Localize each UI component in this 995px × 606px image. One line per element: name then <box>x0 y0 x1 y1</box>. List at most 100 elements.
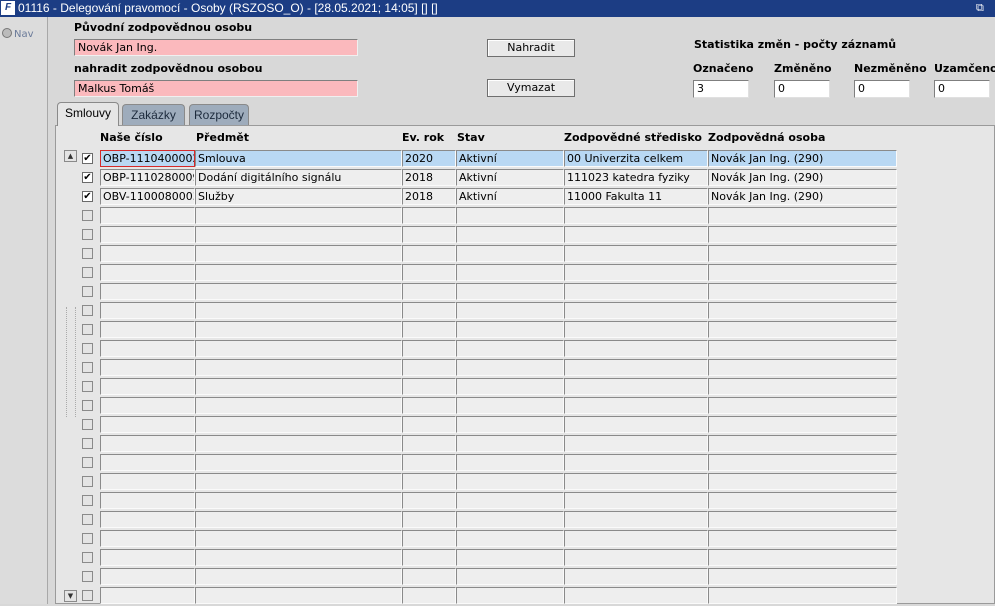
cell-year[interactable] <box>402 549 456 566</box>
cell-year[interactable] <box>402 530 456 547</box>
cell-status[interactable] <box>456 549 564 566</box>
cell-center[interactable] <box>564 530 708 547</box>
cell-status[interactable] <box>456 397 564 414</box>
row-checkbox[interactable] <box>82 590 93 601</box>
cell-status[interactable] <box>456 226 564 243</box>
table-row[interactable] <box>48 568 995 587</box>
cell-year[interactable] <box>402 511 456 528</box>
cell-center[interactable] <box>564 378 708 395</box>
row-checkbox[interactable] <box>82 210 93 221</box>
cell-number[interactable] <box>100 454 195 471</box>
clear-button[interactable]: Vymazat <box>487 79 575 97</box>
cell-year[interactable] <box>402 435 456 452</box>
cell-center[interactable] <box>564 587 708 604</box>
cell-year[interactable] <box>402 245 456 262</box>
cell-year[interactable]: 2018 <box>402 169 456 186</box>
original-person-field[interactable]: Novák Jan Ing. <box>74 39 358 56</box>
cell-person[interactable] <box>708 340 897 357</box>
cell-status[interactable] <box>456 435 564 452</box>
cell-subject[interactable] <box>195 207 402 224</box>
table-row[interactable] <box>48 397 995 416</box>
table-row[interactable] <box>48 283 995 302</box>
cell-status[interactable] <box>456 511 564 528</box>
table-row[interactable] <box>48 226 995 245</box>
cell-subject[interactable] <box>195 587 402 604</box>
cell-number[interactable] <box>100 359 195 376</box>
cell-person[interactable]: Novák Jan Ing. (290) <box>708 150 897 167</box>
cell-center[interactable] <box>564 302 708 319</box>
cell-status[interactable]: Aktivní <box>456 169 564 186</box>
cell-person[interactable] <box>708 321 897 338</box>
cell-year[interactable]: 2020 <box>402 150 456 167</box>
cell-person[interactable] <box>708 359 897 376</box>
table-row[interactable] <box>48 435 995 454</box>
cell-subject[interactable] <box>195 302 402 319</box>
row-checkbox[interactable] <box>82 324 93 335</box>
cell-center[interactable] <box>564 264 708 281</box>
cell-number[interactable] <box>100 378 195 395</box>
row-checkbox[interactable]: ✔ <box>82 172 93 183</box>
cell-year[interactable] <box>402 302 456 319</box>
cell-center[interactable] <box>564 359 708 376</box>
cell-center[interactable] <box>564 340 708 357</box>
cell-center[interactable] <box>564 435 708 452</box>
stat-locked-field[interactable]: 0 <box>934 80 990 98</box>
cell-year[interactable] <box>402 587 456 604</box>
cell-person[interactable]: Novák Jan Ing. (290) <box>708 169 897 186</box>
table-row[interactable]: ✔ OBP-1110280009 Dodání digitálního signál… <box>48 169 995 188</box>
cell-subject[interactable] <box>195 435 402 452</box>
row-checkbox[interactable] <box>82 571 93 582</box>
stat-unchanged-field[interactable]: 0 <box>854 80 910 98</box>
stat-changed-field[interactable]: 0 <box>774 80 830 98</box>
cell-person[interactable] <box>708 397 897 414</box>
cell-subject[interactable] <box>195 378 402 395</box>
cell-subject[interactable]: Služby <box>195 188 402 205</box>
cell-person[interactable] <box>708 264 897 281</box>
cell-year[interactable] <box>402 492 456 509</box>
cell-person[interactable] <box>708 511 897 528</box>
cell-status[interactable] <box>456 378 564 395</box>
row-checkbox[interactable] <box>82 267 93 278</box>
table-row[interactable] <box>48 378 995 397</box>
table-row[interactable] <box>48 511 995 530</box>
cell-subject[interactable] <box>195 397 402 414</box>
cell-year[interactable] <box>402 454 456 471</box>
cell-center[interactable] <box>564 454 708 471</box>
replace-button[interactable]: Nahradit <box>487 39 575 57</box>
cell-subject[interactable] <box>195 264 402 281</box>
stat-marked-field[interactable]: 3 <box>693 80 749 98</box>
cell-number[interactable] <box>100 340 195 357</box>
tab-zakazky[interactable]: Zakázky <box>122 104 185 125</box>
cell-person[interactable] <box>708 587 897 604</box>
cell-number[interactable] <box>100 568 195 585</box>
cell-year[interactable] <box>402 568 456 585</box>
restore-icon[interactable]: ⧉ <box>976 0 984 17</box>
cell-person[interactable] <box>708 245 897 262</box>
cell-status[interactable] <box>456 283 564 300</box>
cell-status[interactable] <box>456 416 564 433</box>
cell-person[interactable] <box>708 568 897 585</box>
cell-center[interactable]: 11000 Fakulta 11 <box>564 188 708 205</box>
cell-subject[interactable]: Smlouva <box>195 150 402 167</box>
cell-subject[interactable]: Dodání digitálního signálu <box>195 169 402 186</box>
cell-number[interactable] <box>100 549 195 566</box>
scroll-track[interactable] <box>66 307 76 417</box>
cell-year[interactable] <box>402 283 456 300</box>
row-checkbox[interactable] <box>82 343 93 354</box>
scroll-down-icon[interactable]: ▼ <box>64 590 77 602</box>
cell-subject[interactable] <box>195 416 402 433</box>
cell-number[interactable] <box>100 511 195 528</box>
cell-number[interactable] <box>100 321 195 338</box>
cell-center[interactable] <box>564 397 708 414</box>
row-checkbox[interactable] <box>82 514 93 525</box>
row-checkbox[interactable] <box>82 381 93 392</box>
cell-subject[interactable] <box>195 530 402 547</box>
cell-person[interactable] <box>708 454 897 471</box>
cell-number[interactable] <box>100 435 195 452</box>
cell-number[interactable] <box>100 302 195 319</box>
cell-status[interactable] <box>456 530 564 547</box>
table-row[interactable] <box>48 473 995 492</box>
cell-subject[interactable] <box>195 359 402 376</box>
cell-status[interactable] <box>456 340 564 357</box>
cell-status[interactable] <box>456 473 564 490</box>
